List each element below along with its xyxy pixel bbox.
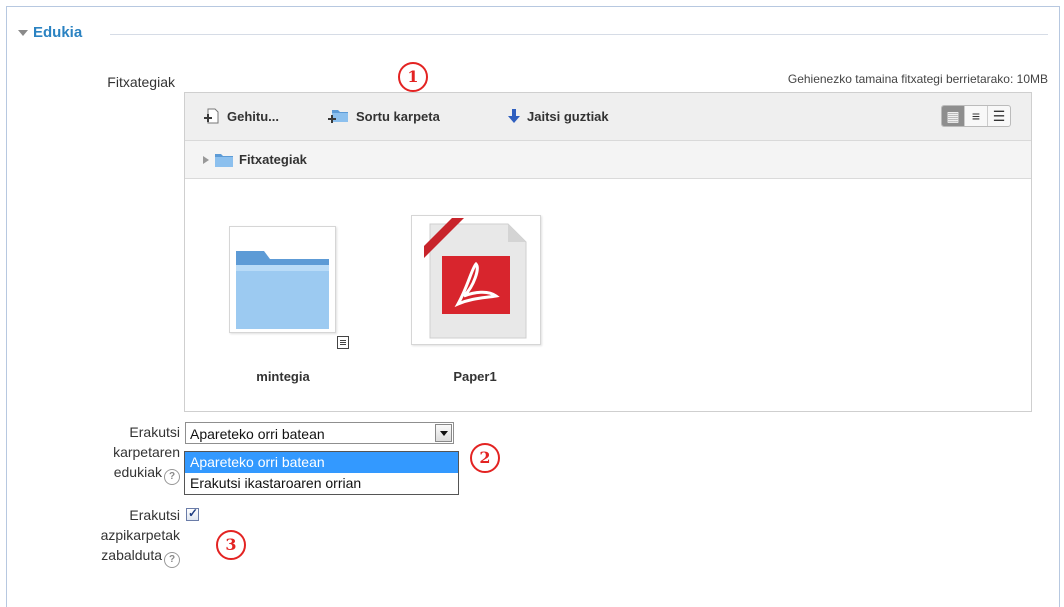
marker-3: 3 <box>216 530 246 560</box>
folder-icon <box>215 153 233 167</box>
grid-icon: ▦ <box>946 107 960 124</box>
breadcrumb-label[interactable]: Fitxategiak <box>239 152 307 167</box>
pdf-thumbnail[interactable] <box>411 215 541 345</box>
expand-subfolders-checkbox[interactable] <box>186 506 199 521</box>
display-options-list: Apareteko orri batean Erakutsi ikastaroa… <box>184 451 459 495</box>
expand-label-line-2: azpikarpetak <box>100 527 180 543</box>
help-icon[interactable]: ? <box>164 469 180 485</box>
create-folder-button[interactable]: Sortu karpeta <box>328 107 440 125</box>
expand-label-line-3: zabalduta <box>101 547 162 563</box>
max-size-note: Gehienezko tamaina fitxategi berrietarak… <box>787 72 1048 86</box>
marker-2: 2 <box>470 443 500 473</box>
add-file-label: Gehitu... <box>227 108 279 124</box>
create-folder-label: Sortu karpeta <box>356 108 440 124</box>
download-all-label: Jaitsi guztiak <box>527 108 609 124</box>
expand-label-line-3-wrap: zabalduta? <box>40 545 180 568</box>
display-select[interactable]: Apareteko orri batean <box>185 422 454 444</box>
info-icon[interactable] <box>337 336 349 349</box>
display-label-line-1: Erakutsi <box>129 424 180 440</box>
collapse-triangle-icon[interactable] <box>18 30 28 36</box>
display-label-line-2: karpetaren <box>113 444 180 460</box>
display-label-line-3: edukiak <box>113 464 162 480</box>
expand-label-line-1: Erakutsi <box>129 507 180 523</box>
file-toolbar: Gehitu... Sortu karpeta Jaitsi guztiak ▦… <box>185 93 1031 141</box>
icons-view-button[interactable]: ▦ <box>942 106 965 126</box>
section-title[interactable]: Edukia <box>33 24 82 41</box>
file-name[interactable]: mintegia <box>218 369 348 384</box>
section-toggle[interactable]: Edukia <box>18 24 89 41</box>
legend-line <box>110 34 1048 35</box>
display-label: Erakutsi karpetaren edukiak? <box>40 422 180 485</box>
tree-view-button[interactable]: ☰ <box>988 106 1010 126</box>
list-icon: ≡ <box>971 108 981 124</box>
file-manager: Gehitu... Sortu karpeta Jaitsi guztiak ▦… <box>184 92 1032 412</box>
display-select-value: Apareteko orri batean <box>190 426 325 442</box>
expand-label: Erakutsi azpikarpetak zabalduta? <box>40 505 180 568</box>
pdf-file-icon <box>424 218 527 339</box>
list-view-button[interactable]: ≡ <box>965 106 988 126</box>
create-folder-icon <box>328 110 348 123</box>
add-file-button[interactable]: Gehitu... <box>203 107 279 125</box>
help-icon[interactable]: ? <box>164 552 180 568</box>
folder-large-icon <box>236 251 329 329</box>
download-arrow-icon <box>508 109 520 123</box>
display-label-line-3-wrap: edukiak? <box>40 462 180 485</box>
breadcrumb: Fitxategiak <box>185 141 1031 179</box>
view-switcher: ▦ ≡ ☰ <box>941 105 1011 127</box>
tree-icon: ☰ <box>992 107 1006 124</box>
expand-arrow-icon[interactable] <box>203 155 209 164</box>
files-label: Fitxategiak <box>107 74 175 90</box>
file-name[interactable]: Paper1 <box>410 369 540 384</box>
option-separate-page[interactable]: Apareteko orri batean <box>185 452 458 473</box>
add-file-icon <box>204 108 219 124</box>
folder-thumbnail[interactable] <box>229 226 336 333</box>
marker-1: 1 <box>398 62 428 92</box>
download-all-button[interactable]: Jaitsi guztiak <box>507 107 609 125</box>
option-course-page[interactable]: Erakutsi ikastaroaren orrian <box>185 473 458 494</box>
dropdown-arrow-icon[interactable] <box>435 424 452 442</box>
